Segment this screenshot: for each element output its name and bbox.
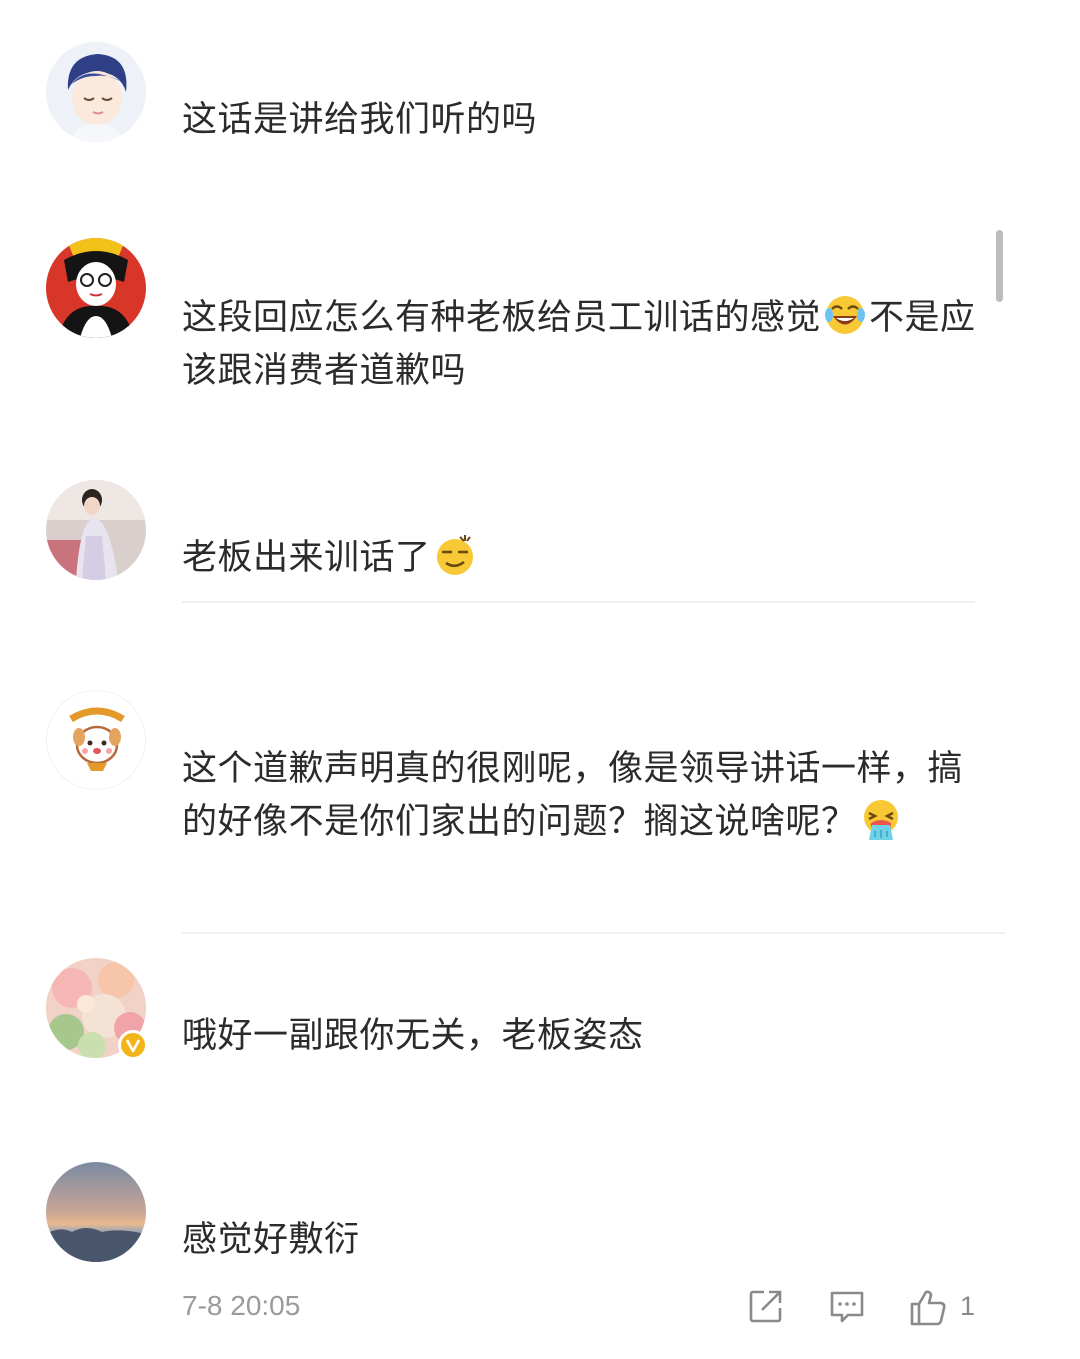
like-count: 1 xyxy=(960,1291,976,1321)
avatar[interactable] xyxy=(46,42,146,142)
like-icon xyxy=(910,1290,946,1326)
comment-text-part: 老板出来训话了 xyxy=(182,538,431,578)
smug-emoji xyxy=(433,533,477,577)
divider xyxy=(182,932,1005,934)
comment-text-part: 这段回应怎么有种老板给员工训话的感觉 xyxy=(182,298,822,338)
divider xyxy=(182,601,975,603)
comment-text-part: 这话是讲给我们听的吗 xyxy=(182,100,538,140)
comment-text: 感觉好敷衍 xyxy=(182,1214,982,1267)
like-button[interactable] xyxy=(908,1288,948,1328)
comment-text: 这段回应怎么有种老板给员工训话的感觉 不是应该跟消费者道歉吗 xyxy=(182,292,982,398)
comment-timestamp: 7-8 20:05 xyxy=(182,1290,301,1321)
comment-text-part: 感觉好敷衍 xyxy=(182,1220,360,1260)
avatar[interactable] xyxy=(46,238,146,338)
verified-badge-icon xyxy=(118,1030,148,1060)
scrollbar[interactable] xyxy=(996,230,1003,302)
vomit-emoji xyxy=(859,797,903,841)
laugh-cry-emoji xyxy=(823,293,867,337)
comment-text: 这个道歉声明真的很刚呢，像是领导讲话一样，搞的好像不是你们家出的问题？搁这说啥呢… xyxy=(182,743,992,849)
share-icon xyxy=(749,1290,782,1323)
comment-text: 老板出来训话了 xyxy=(182,532,982,585)
comment-text-part: 这个道歉声明真的很刚呢，像是领导讲话一样，搞的好像不是你们家出的问题？搁这说啥呢… xyxy=(182,749,964,842)
comment-button[interactable] xyxy=(828,1288,866,1328)
avatar[interactable] xyxy=(46,480,146,580)
share-button[interactable] xyxy=(748,1288,784,1328)
avatar[interactable] xyxy=(46,690,146,790)
comment-text: 哦好一副跟你无关，老板姿态 xyxy=(182,1010,982,1063)
comment-icon xyxy=(830,1291,864,1323)
comment-text-part: 哦好一副跟你无关，老板姿态 xyxy=(182,1016,644,1056)
comment-text: 这话是讲给我们听的吗 xyxy=(182,94,982,147)
avatar[interactable] xyxy=(46,1162,146,1262)
